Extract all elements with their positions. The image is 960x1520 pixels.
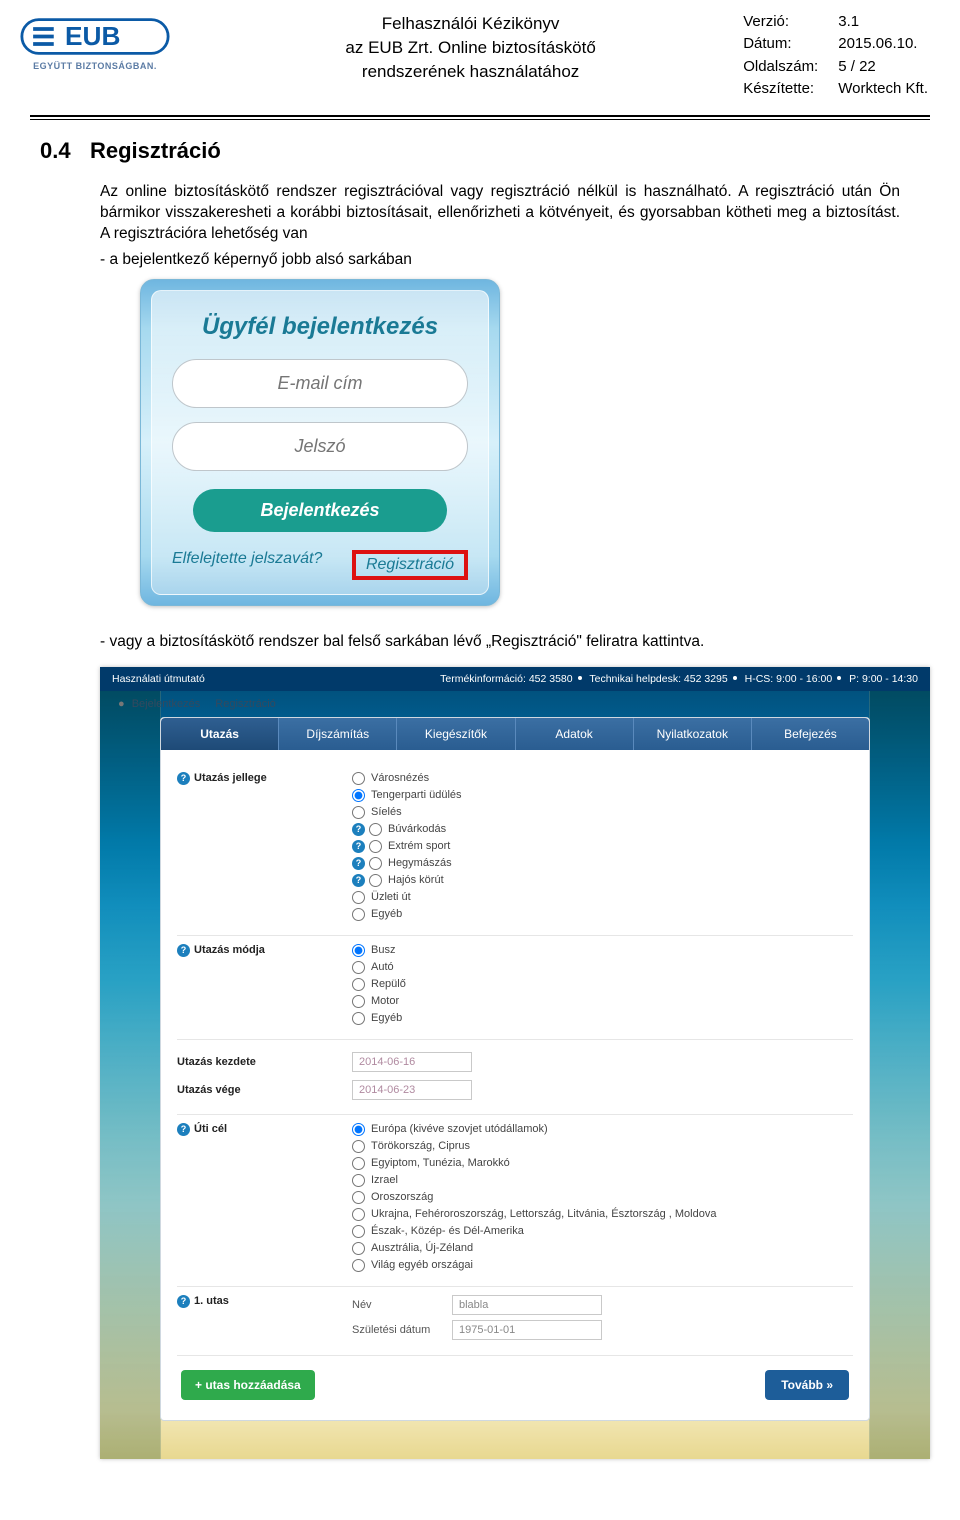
option-jelleg-6[interactable]: ?Hajós körút <box>352 874 853 887</box>
radio-uticel-5[interactable] <box>352 1208 365 1221</box>
intro-paragraph: Az online biztosításkötő rendszer regisz… <box>100 182 900 245</box>
radio-uticel-2[interactable] <box>352 1157 365 1170</box>
help-icon[interactable]: ? <box>352 874 365 887</box>
option-jelleg-5[interactable]: ?Hegymászás <box>352 857 853 870</box>
email-field[interactable] <box>172 359 468 408</box>
radio-jelleg-0[interactable] <box>352 772 365 785</box>
topbar-info: Termékinformáció: 452 3580 Technikai hel… <box>440 673 918 685</box>
form-panel: UtazásDíjszámításKiegészítőkAdatokNyilat… <box>160 717 870 1421</box>
radio-mod-1[interactable] <box>352 961 365 974</box>
radio-uticel-6[interactable] <box>352 1225 365 1238</box>
radio-jelleg-4[interactable] <box>369 840 382 853</box>
radio-uticel-1[interactable] <box>352 1140 365 1153</box>
option-jelleg-7[interactable]: Üzleti út <box>352 891 853 904</box>
paragraph-2: - vagy a biztosításkötő rendszer bal fel… <box>100 632 900 653</box>
option-uticel-0[interactable]: Európa (kivéve szovjet utódállamok) <box>352 1123 853 1136</box>
group-uticel: ?Úti cél Európa (kivéve szovjet utódálla… <box>177 1115 853 1287</box>
tab-nyilatkozatok[interactable]: Nyilatkozatok <box>634 718 752 750</box>
tab-adatok[interactable]: Adatok <box>516 718 634 750</box>
option-jelleg-8[interactable]: Egyéb <box>352 908 853 921</box>
doc-header: EUB EGYÜTT BIZTONSÁGBAN. Felhasználói Ké… <box>0 0 960 109</box>
option-jelleg-0[interactable]: Városnézés <box>352 772 853 785</box>
doc-title: Felhasználói Kézikönyv az EUB Zrt. Onlin… <box>200 10 741 83</box>
option-jelleg-4[interactable]: ?Extrém sport <box>352 840 853 853</box>
group-utas-1: ?1. utas Név blabla Születési dátum 1975… <box>177 1287 853 1356</box>
option-uticel-8[interactable]: Világ egyéb országai <box>352 1259 853 1272</box>
traveler-name-input[interactable]: blabla <box>452 1295 602 1315</box>
auth-row: ● Bejelentkezés Regisztráció <box>100 691 930 713</box>
help-icon[interactable]: ? <box>177 944 190 957</box>
radio-jelleg-1[interactable] <box>352 789 365 802</box>
logo: EUB EGYÜTT BIZTONSÁGBAN. <box>20 14 170 71</box>
meta-table: Verzió:3.1 Dátum:2015.06.10. Oldalszám:5… <box>741 10 930 101</box>
next-button[interactable]: Tovább » <box>765 1370 849 1400</box>
option-uticel-3[interactable]: Izrael <box>352 1174 853 1187</box>
option-uticel-5[interactable]: Ukrajna, Fehéroroszország, Lettország, L… <box>352 1208 853 1221</box>
option-mod-2[interactable]: Repülő <box>352 978 853 991</box>
option-jelleg-3[interactable]: ?Búvárkodás <box>352 823 853 836</box>
group-dates: Utazás kezdete 2014-06-16 Utazás vége 20… <box>177 1040 853 1115</box>
header-rule <box>30 115 930 117</box>
help-icon[interactable]: ? <box>177 1123 190 1136</box>
option-uticel-1[interactable]: Törökország, Ciprus <box>352 1140 853 1153</box>
help-icon[interactable]: ? <box>352 823 365 836</box>
radio-uticel-7[interactable] <box>352 1242 365 1255</box>
tabs: UtazásDíjszámításKiegészítőkAdatokNyilat… <box>161 718 869 750</box>
help-icon[interactable]: ? <box>352 857 365 870</box>
radio-jelleg-3[interactable] <box>369 823 382 836</box>
bullet-1: - a bejelentkező képernyő jobb alsó sark… <box>100 251 900 269</box>
add-traveler-button[interactable]: + utas hozzáadása <box>181 1370 315 1400</box>
option-mod-1[interactable]: Autó <box>352 961 853 974</box>
option-uticel-4[interactable]: Oroszország <box>352 1191 853 1204</box>
radio-uticel-0[interactable] <box>352 1123 365 1136</box>
tab-befejezés[interactable]: Befejezés <box>752 718 869 750</box>
help-icon[interactable]: ? <box>177 772 190 785</box>
logo-tagline: EGYÜTT BIZTONSÁGBAN. <box>20 61 170 71</box>
option-mod-0[interactable]: Busz <box>352 944 853 957</box>
option-uticel-7[interactable]: Ausztrália, Új-Zéland <box>352 1242 853 1255</box>
option-mod-3[interactable]: Motor <box>352 995 853 1008</box>
forgot-password-link[interactable]: Elfelejtette jelszavát? <box>172 550 322 580</box>
radio-mod-0[interactable] <box>352 944 365 957</box>
help-icon[interactable]: ? <box>177 1295 190 1308</box>
group-utazas-jellege: ?Utazás jellege VárosnézésTengerparti üd… <box>177 764 853 936</box>
tab-kiegészítők[interactable]: Kiegészítők <box>397 718 515 750</box>
section-heading: 0.4Regisztráció <box>40 138 900 164</box>
date-start-input[interactable]: 2014-06-16 <box>352 1052 472 1072</box>
traveler-dob-input[interactable]: 1975-01-01 <box>452 1320 602 1340</box>
login-button[interactable]: Bejelentkezés <box>193 489 448 532</box>
radio-jelleg-8[interactable] <box>352 908 365 921</box>
date-end-input[interactable]: 2014-06-23 <box>352 1080 472 1100</box>
app-screenshot: Használati útmutató Termékinformáció: 45… <box>100 667 930 1459</box>
radio-jelleg-7[interactable] <box>352 891 365 904</box>
password-field[interactable] <box>172 422 468 471</box>
tab-díjszámítás[interactable]: Díjszámítás <box>279 718 397 750</box>
radio-uticel-4[interactable] <box>352 1191 365 1204</box>
option-jelleg-2[interactable]: Síelés <box>352 806 853 819</box>
eub-logo-icon: EUB <box>20 14 170 59</box>
radio-mod-2[interactable] <box>352 978 365 991</box>
login-card: Ügyfél bejelentkezés Bejelentkezés Elfel… <box>140 279 500 606</box>
topbar: Használati útmutató Termékinformáció: 45… <box>100 667 930 691</box>
option-jelleg-1[interactable]: Tengerparti üdülés <box>352 789 853 802</box>
radio-mod-4[interactable] <box>352 1012 365 1025</box>
auth-register-link[interactable]: Regisztráció <box>215 698 276 710</box>
help-icon[interactable]: ? <box>352 840 365 853</box>
group-utazas-modja: ?Utazás módja BuszAutóRepülőMotorEgyéb <box>177 936 853 1040</box>
svg-text:EUB: EUB <box>65 21 120 51</box>
option-uticel-2[interactable]: Egyiptom, Tunézia, Marokkó <box>352 1157 853 1170</box>
option-uticel-6[interactable]: Észak-, Közép- és Dél-Amerika <box>352 1225 853 1238</box>
radio-jelleg-2[interactable] <box>352 806 365 819</box>
radio-jelleg-5[interactable] <box>369 857 382 870</box>
radio-uticel-8[interactable] <box>352 1259 365 1272</box>
login-title: Ügyfél bejelentkezés <box>172 313 468 341</box>
option-mod-4[interactable]: Egyéb <box>352 1012 853 1025</box>
radio-uticel-3[interactable] <box>352 1174 365 1187</box>
radio-jelleg-6[interactable] <box>369 874 382 887</box>
tab-utazás[interactable]: Utazás <box>161 718 279 750</box>
auth-login-link[interactable]: Bejelentkezés <box>132 698 201 710</box>
topbar-guide-link[interactable]: Használati útmutató <box>112 673 205 685</box>
radio-mod-3[interactable] <box>352 995 365 1008</box>
register-link-highlighted[interactable]: Regisztráció <box>366 556 454 573</box>
